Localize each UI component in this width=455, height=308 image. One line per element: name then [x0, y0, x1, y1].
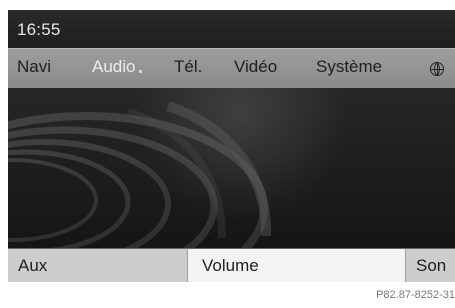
menu-item-audio[interactable]: Audio — [92, 57, 144, 77]
infotainment-screen: 16:55 Navi Audio Tél. Vidéo Système Aux … — [8, 10, 455, 282]
function-bar: Aux Volume Son — [8, 248, 455, 282]
figure-frame: 16:55 Navi Audio Tél. Vidéo Système Aux … — [0, 0, 455, 308]
globe-icon[interactable] — [430, 62, 444, 76]
clock: 16:55 — [17, 20, 61, 39]
audio-display-area — [8, 88, 455, 248]
volume-button[interactable]: Volume — [187, 249, 406, 282]
status-bar: 16:55 — [8, 10, 455, 48]
menu-item-navi[interactable]: Navi — [17, 57, 51, 77]
image-reference: P82.87-8252-31 — [376, 289, 455, 301]
menu-item-telephone[interactable]: Tél. — [174, 57, 202, 77]
ripple-graphic — [8, 101, 272, 248]
aux-button[interactable]: Aux — [8, 249, 187, 282]
menu-item-systeme[interactable]: Système — [316, 57, 382, 77]
menu-item-video[interactable]: Vidéo — [234, 57, 277, 77]
sound-button[interactable]: Son — [406, 249, 455, 282]
main-menu: Navi Audio Tél. Vidéo Système — [8, 48, 455, 90]
